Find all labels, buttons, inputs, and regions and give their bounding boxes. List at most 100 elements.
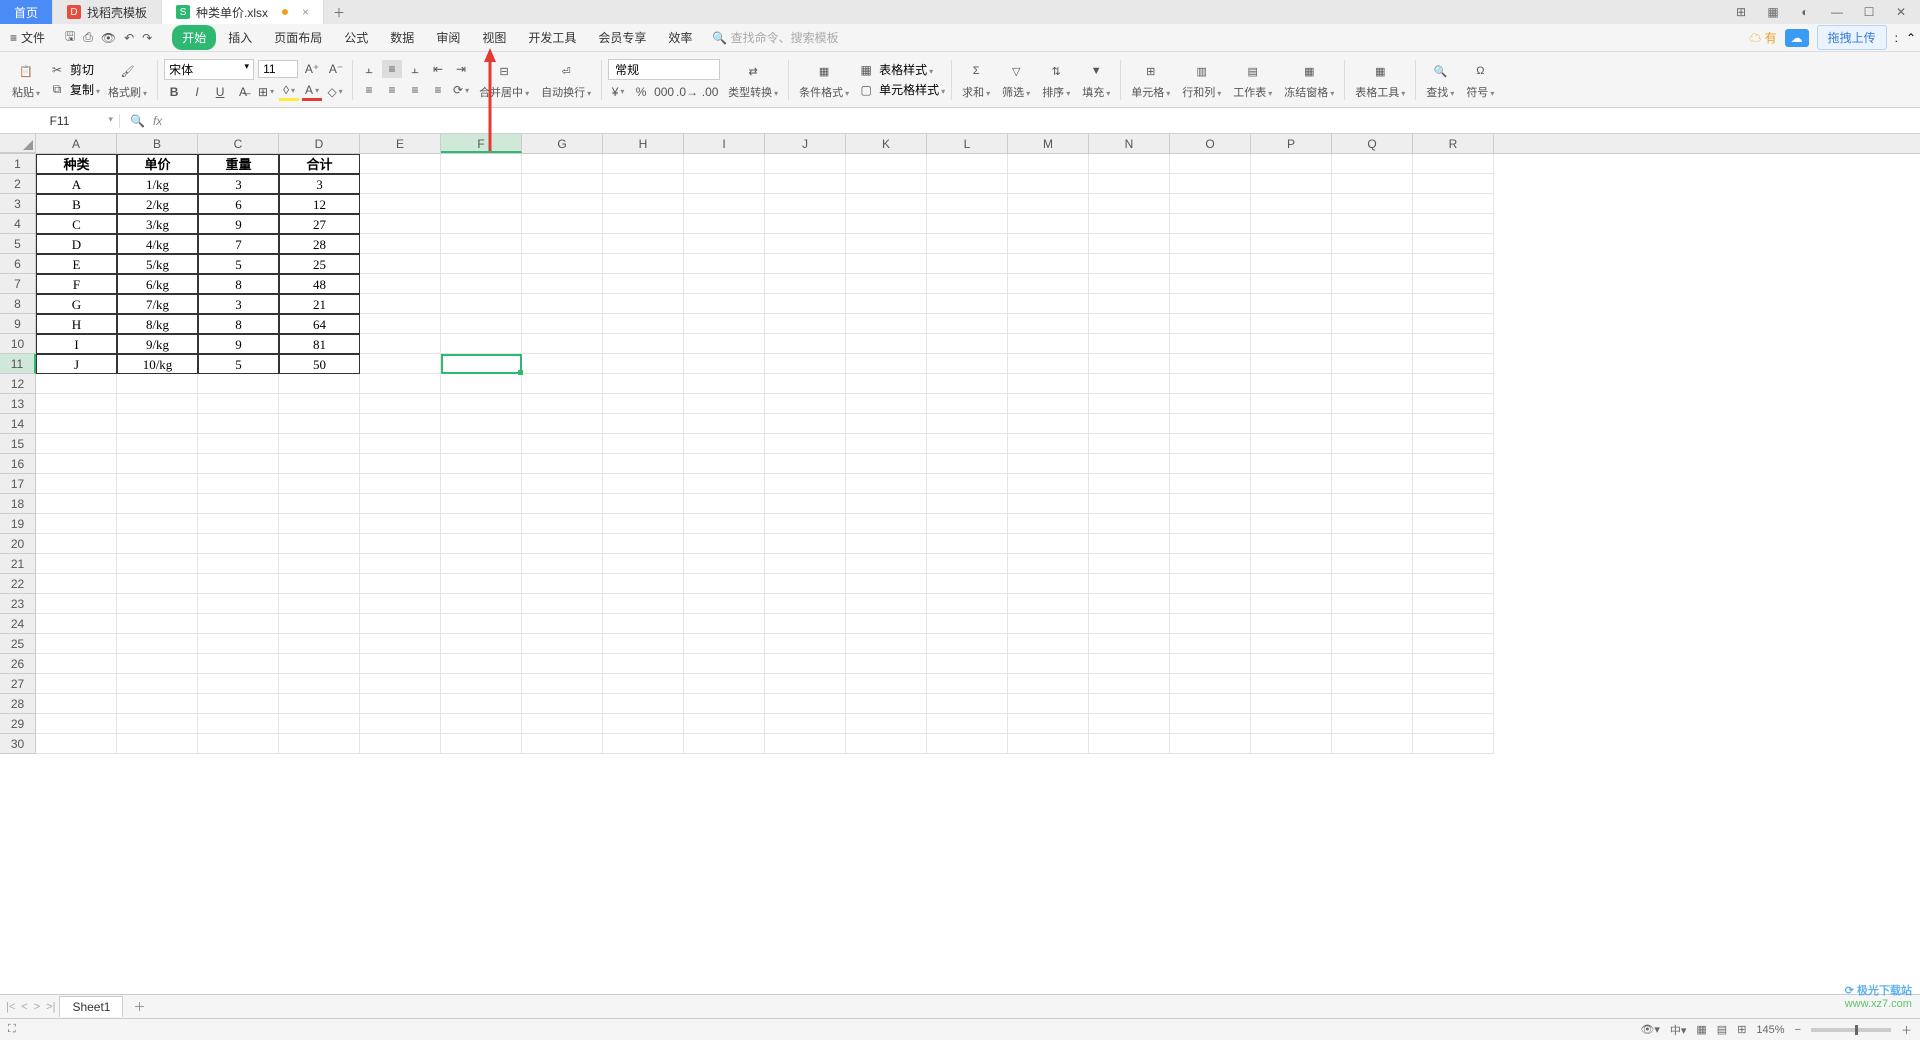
cell[interactable] [1008,694,1089,714]
cell[interactable] [765,194,846,214]
cell[interactable] [522,294,603,314]
cell[interactable] [846,654,927,674]
cell[interactable]: 28 [279,234,360,254]
cell[interactable] [1251,374,1332,394]
cell[interactable] [1170,634,1251,654]
cell[interactable] [522,374,603,394]
cell[interactable] [684,334,765,354]
cell[interactable] [1332,494,1413,514]
align-justify-icon[interactable]: ≡ [428,81,448,99]
row-header[interactable]: 28 [0,694,36,714]
cell[interactable] [36,574,117,594]
minimize-button[interactable]: — [1826,5,1848,19]
cell[interactable] [279,634,360,654]
cell[interactable] [1332,274,1413,294]
fill-color-button[interactable]: ◊ [279,83,299,101]
row-header[interactable]: 8 [0,294,36,314]
cell[interactable] [198,674,279,694]
cell[interactable] [441,474,522,494]
comma-icon[interactable]: 000 [654,83,674,101]
cell[interactable] [117,674,198,694]
cell[interactable] [846,214,927,234]
cell[interactable] [1332,454,1413,474]
cell[interactable] [1413,574,1494,594]
cell[interactable] [1170,234,1251,254]
filter-button[interactable]: ▽筛选 [998,59,1034,100]
col-header[interactable]: L [927,134,1008,153]
cell[interactable] [441,214,522,234]
cell[interactable] [117,574,198,594]
cell[interactable] [927,514,1008,534]
cell[interactable] [1008,154,1089,174]
cell[interactable] [846,254,927,274]
cell[interactable] [846,334,927,354]
cell[interactable] [1251,594,1332,614]
cell[interactable] [1089,574,1170,594]
cell[interactable] [1332,334,1413,354]
decrease-font-icon[interactable]: A⁻ [326,60,346,78]
cell[interactable] [36,454,117,474]
cell[interactable] [927,374,1008,394]
status-mode-icon[interactable]: ⛶ [8,1023,16,1036]
cell[interactable] [198,714,279,734]
cell[interactable] [1332,514,1413,534]
cell[interactable] [1413,234,1494,254]
cell[interactable] [522,334,603,354]
cell[interactable] [1413,514,1494,534]
cell[interactable] [1089,554,1170,574]
cell[interactable] [1170,654,1251,674]
align-center-icon[interactable]: ≡ [382,81,402,99]
cell[interactable] [441,234,522,254]
cell[interactable] [603,634,684,654]
cell[interactable] [198,394,279,414]
cell[interactable] [1332,194,1413,214]
cell[interactable] [765,634,846,654]
cell[interactable]: 1/kg [117,174,198,194]
cell[interactable] [684,214,765,234]
cell[interactable] [1170,154,1251,174]
cell[interactable] [360,334,441,354]
border-button[interactable]: ⊞ [256,83,276,101]
cell[interactable] [360,634,441,654]
cell[interactable] [603,354,684,374]
cell[interactable] [1008,514,1089,534]
row-header[interactable]: 21 [0,554,36,574]
cell[interactable] [279,414,360,434]
cell[interactable]: 8 [198,314,279,334]
cell[interactable] [1251,274,1332,294]
cell[interactable] [765,394,846,414]
cell[interactable] [765,534,846,554]
cell[interactable] [765,734,846,754]
cell[interactable] [522,634,603,654]
underline-button[interactable]: U [210,83,230,101]
cell[interactable] [441,714,522,734]
cell[interactable] [603,694,684,714]
cell[interactable] [1170,434,1251,454]
cell[interactable] [198,614,279,634]
freeze-button[interactable]: ▦冻结窗格 [1280,59,1338,100]
menu-tab-3[interactable]: 公式 [334,25,378,50]
cell[interactable] [198,514,279,534]
cell[interactable] [198,454,279,474]
row-header[interactable]: 1 [0,154,36,174]
add-sheet-button[interactable]: ＋ [127,995,151,1018]
cell[interactable] [360,594,441,614]
cell[interactable] [198,374,279,394]
row-header[interactable]: 9 [0,314,36,334]
cell[interactable] [198,654,279,674]
cell[interactable] [765,514,846,534]
row-header[interactable]: 7 [0,274,36,294]
cell[interactable]: 9 [198,214,279,234]
cell[interactable]: D [36,234,117,254]
cell[interactable] [441,534,522,554]
cell[interactable] [846,274,927,294]
copy-button[interactable]: ⧉复制 [48,81,100,99]
cell[interactable]: 4/kg [117,234,198,254]
cell[interactable] [36,614,117,634]
cell[interactable] [1089,594,1170,614]
cell[interactable] [1008,574,1089,594]
cell[interactable]: 9 [198,334,279,354]
cell[interactable] [684,494,765,514]
cell[interactable] [117,614,198,634]
cell[interactable] [1413,354,1494,374]
